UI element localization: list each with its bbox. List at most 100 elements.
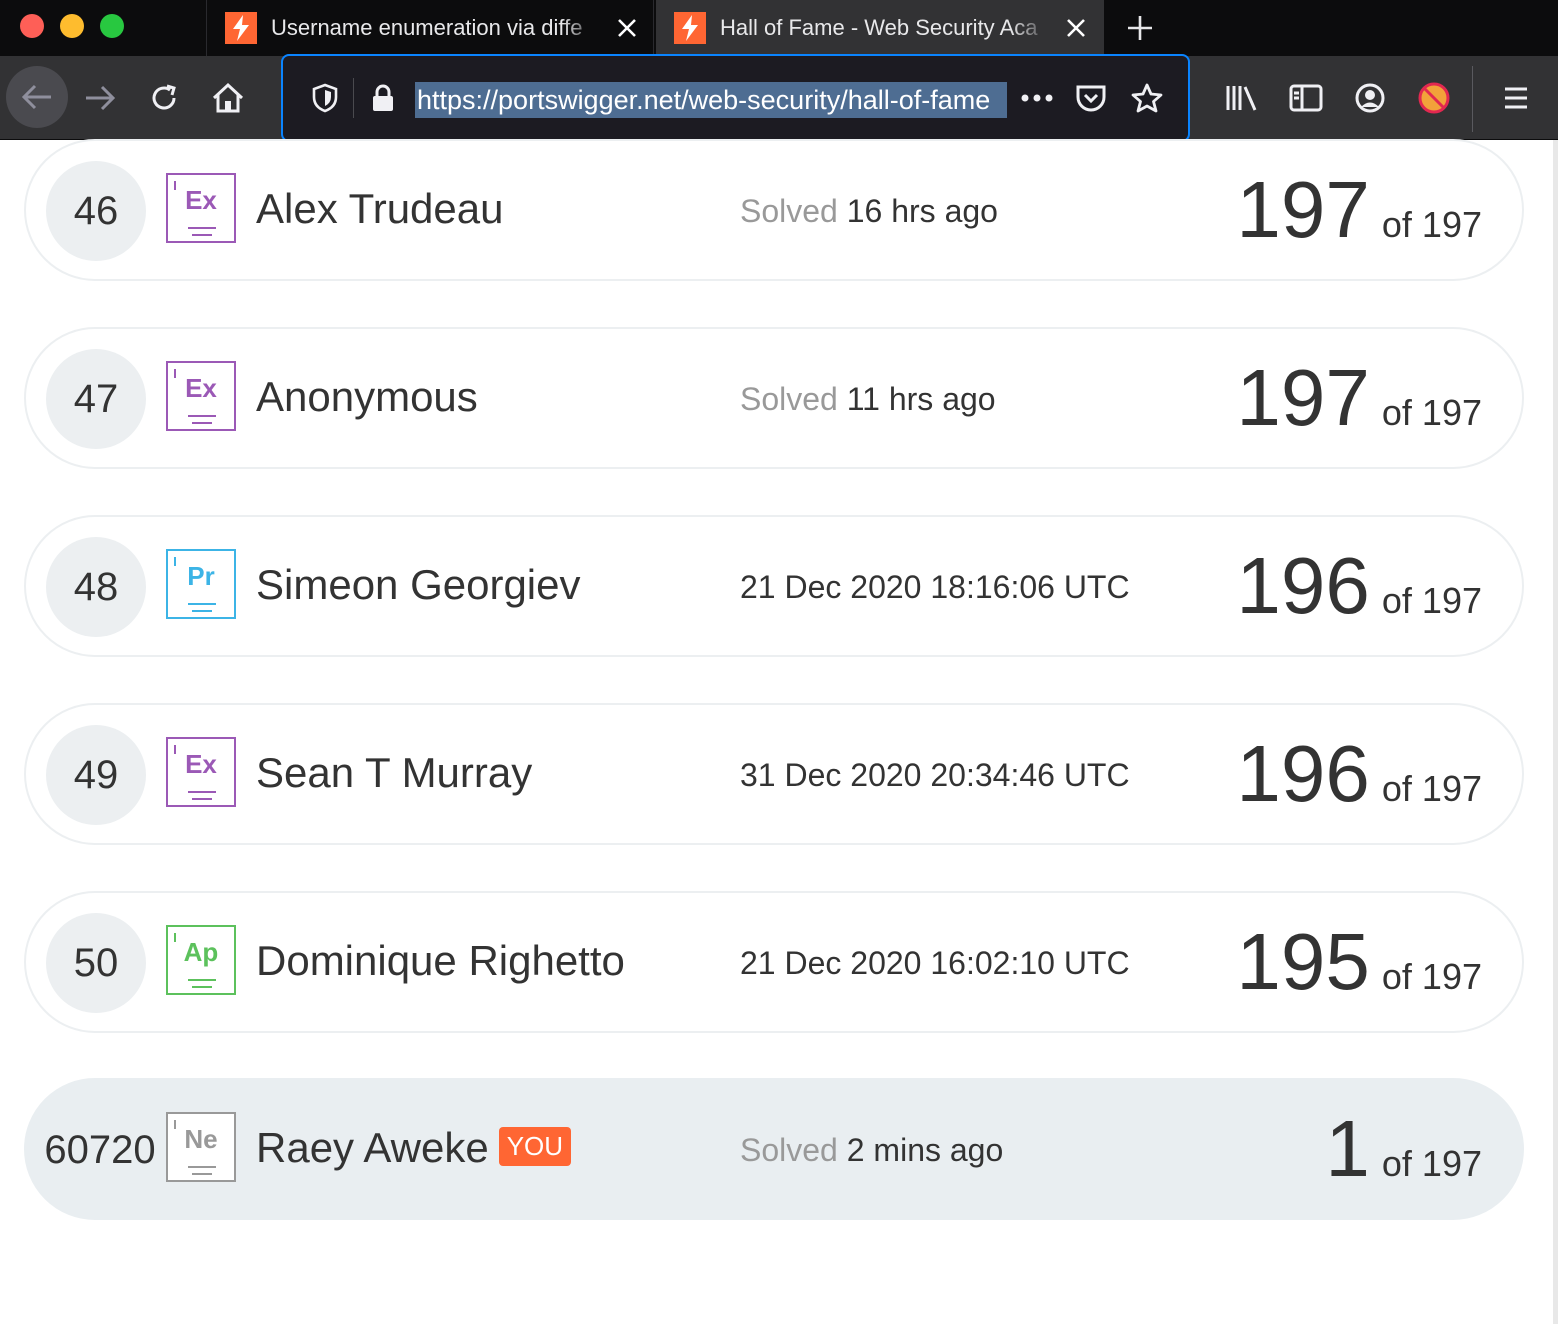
score-total: of 197 <box>1381 768 1482 809</box>
account-icon[interactable] <box>1342 70 1398 126</box>
badge-abbreviation: Pr <box>187 561 215 591</box>
pocket-icon[interactable] <box>1071 78 1111 118</box>
new-tab-button[interactable] <box>1120 8 1160 48</box>
score-total: of 197 <box>1381 956 1482 997</box>
solved-time: Solved 16 hrs ago <box>740 193 998 230</box>
solved-time: 21 Dec 2020 16:02:10 UTC <box>740 945 1130 982</box>
score: 195 of 197 <box>1236 917 1482 1007</box>
badge-abbreviation: Ne <box>184 1124 218 1154</box>
score-total: of 197 <box>1381 1143 1482 1184</box>
lock-icon[interactable] <box>363 78 403 118</box>
score-number: 1 <box>1325 1104 1370 1193</box>
badge-line <box>192 1173 212 1175</box>
solved-value: 21 Dec 2020 18:16:06 UTC <box>740 569 1130 605</box>
level-badge-icon: Ex <box>166 361 236 431</box>
leaderboard-row: 49 Ex Sean T Murray 31 Dec 2020 20:34:46 UT… <box>24 703 1524 845</box>
solved-time: 21 Dec 2020 18:16:06 UTC <box>740 569 1130 606</box>
solved-label: Solved <box>740 1132 838 1168</box>
leaderboard-row: 50 Ap Dominique Righetto 21 Dec 2020 16:02:… <box>24 891 1524 1033</box>
badge-abbreviation: Ex <box>185 749 217 779</box>
score-number: 197 <box>1236 165 1370 254</box>
badge-line <box>192 986 212 988</box>
tab-hall-of-fame[interactable]: Hall of Fame - Web Security Aca <box>656 0 1104 56</box>
score-number: 197 <box>1236 353 1370 442</box>
score-number: 195 <box>1236 917 1370 1006</box>
score-total: of 197 <box>1381 580 1482 621</box>
solved-time: Solved 2 mins ago <box>740 1132 1003 1169</box>
tab-bar: Username enumeration via diffe Hall of F… <box>0 0 1558 56</box>
score-total: of 197 <box>1381 392 1482 433</box>
rank-number: 46 <box>46 161 146 261</box>
close-tab-icon[interactable] <box>1062 14 1090 42</box>
tracking-protection-shield-icon[interactable] <box>305 78 345 118</box>
badge-line <box>188 415 216 417</box>
toolbar-separator <box>1472 66 1473 132</box>
user-name: Anonymous <box>256 373 478 420</box>
portswigger-favicon-icon <box>674 12 706 44</box>
zoom-window-button[interactable] <box>100 14 124 38</box>
leaderboard-row: 48 Pr Simeon Georgiev 21 Dec 2020 18:16:06 … <box>24 515 1524 657</box>
portswigger-favicon-icon <box>225 12 257 44</box>
forward-button[interactable] <box>72 70 128 126</box>
close-tab-icon[interactable] <box>613 14 641 42</box>
solved-label: Solved <box>740 193 838 229</box>
solved-value: 2 mins ago <box>846 1132 1004 1168</box>
user-name-container: Raey Aweke YOU <box>256 1124 572 1172</box>
url-text[interactable]: https://portswigger.net/web-security/hal… <box>415 82 1007 118</box>
tab-title: Hall of Fame - Web Security Aca <box>720 15 1038 40</box>
badge-line <box>192 610 212 612</box>
user-name-container: Anonymous <box>256 373 478 421</box>
back-button[interactable] <box>6 66 68 128</box>
score: 196 of 197 <box>1236 541 1482 631</box>
solved-time: Solved 11 hrs ago <box>740 381 996 418</box>
level-badge-icon: Ex <box>166 737 236 807</box>
solved-value: 16 hrs ago <box>846 193 998 229</box>
url-bar[interactable]: https://portswigger.net/web-security/hal… <box>281 54 1190 142</box>
solved-value: 11 hrs ago <box>846 381 996 417</box>
rank-number: 48 <box>46 537 146 637</box>
solved-value: 31 Dec 2020 20:34:46 UTC <box>740 757 1130 793</box>
badge-abbreviation: Ex <box>185 185 217 215</box>
rank-number: 60720 <box>44 1127 156 1172</box>
sidebar-icon[interactable] <box>1278 70 1334 126</box>
reload-button[interactable] <box>136 70 192 126</box>
scrollbar-track[interactable] <box>1553 140 1558 1324</box>
leaderboard-row-you: 60720 Ne Raey Aweke YOU Solved 2 mins ago 1 of… <box>24 1078 1524 1220</box>
url-separator <box>353 78 354 118</box>
user-name: Dominique Righetto <box>256 937 625 984</box>
badge-abbreviation: Ex <box>185 373 217 403</box>
level-badge-icon: Ex <box>166 173 236 243</box>
library-icon[interactable] <box>1214 70 1270 126</box>
user-name-container: Simeon Georgiev <box>256 561 581 609</box>
rank-number: 50 <box>46 913 146 1013</box>
level-badge-icon: Ap <box>166 925 236 995</box>
level-badge-icon: Pr <box>166 549 236 619</box>
rank-number: 47 <box>46 349 146 449</box>
extension-blocked-icon[interactable] <box>1406 70 1462 126</box>
solved-value: 21 Dec 2020 16:02:10 UTC <box>740 945 1130 981</box>
home-button[interactable] <box>200 70 256 126</box>
user-name: Alex Trudeau <box>256 185 504 232</box>
tab-title: Username enumeration via diffe <box>271 15 583 40</box>
score: 197 of 197 <box>1236 353 1482 443</box>
close-window-button[interactable] <box>20 14 44 38</box>
score: 197 of 197 <box>1236 165 1482 255</box>
score: 196 of 197 <box>1236 729 1482 819</box>
badge-line <box>188 791 216 793</box>
menu-icon[interactable] <box>1488 70 1544 126</box>
user-name-container: Alex Trudeau <box>256 185 504 233</box>
leaderboard-row: 46 Ex Alex Trudeau Solved 16 hrs ago 197 of 1… <box>24 139 1524 281</box>
tab-username-enumeration[interactable]: Username enumeration via diffe <box>206 0 654 56</box>
score-number: 196 <box>1236 729 1370 818</box>
badge-line <box>192 234 212 236</box>
minimize-window-button[interactable] <box>60 14 84 38</box>
solved-time: 31 Dec 2020 20:34:46 UTC <box>740 757 1130 794</box>
page-actions-icon[interactable] <box>1017 78 1057 118</box>
badge-line <box>188 1166 216 1168</box>
score: 1 of 197 <box>1325 1104 1482 1194</box>
user-name: Raey Aweke <box>256 1124 489 1171</box>
bookmark-star-icon[interactable] <box>1127 78 1167 118</box>
badge-line <box>192 422 212 424</box>
score-number: 196 <box>1236 541 1370 630</box>
leaderboard-row: 47 Ex Anonymous Solved 11 hrs ago 197 of 197 <box>24 327 1524 469</box>
